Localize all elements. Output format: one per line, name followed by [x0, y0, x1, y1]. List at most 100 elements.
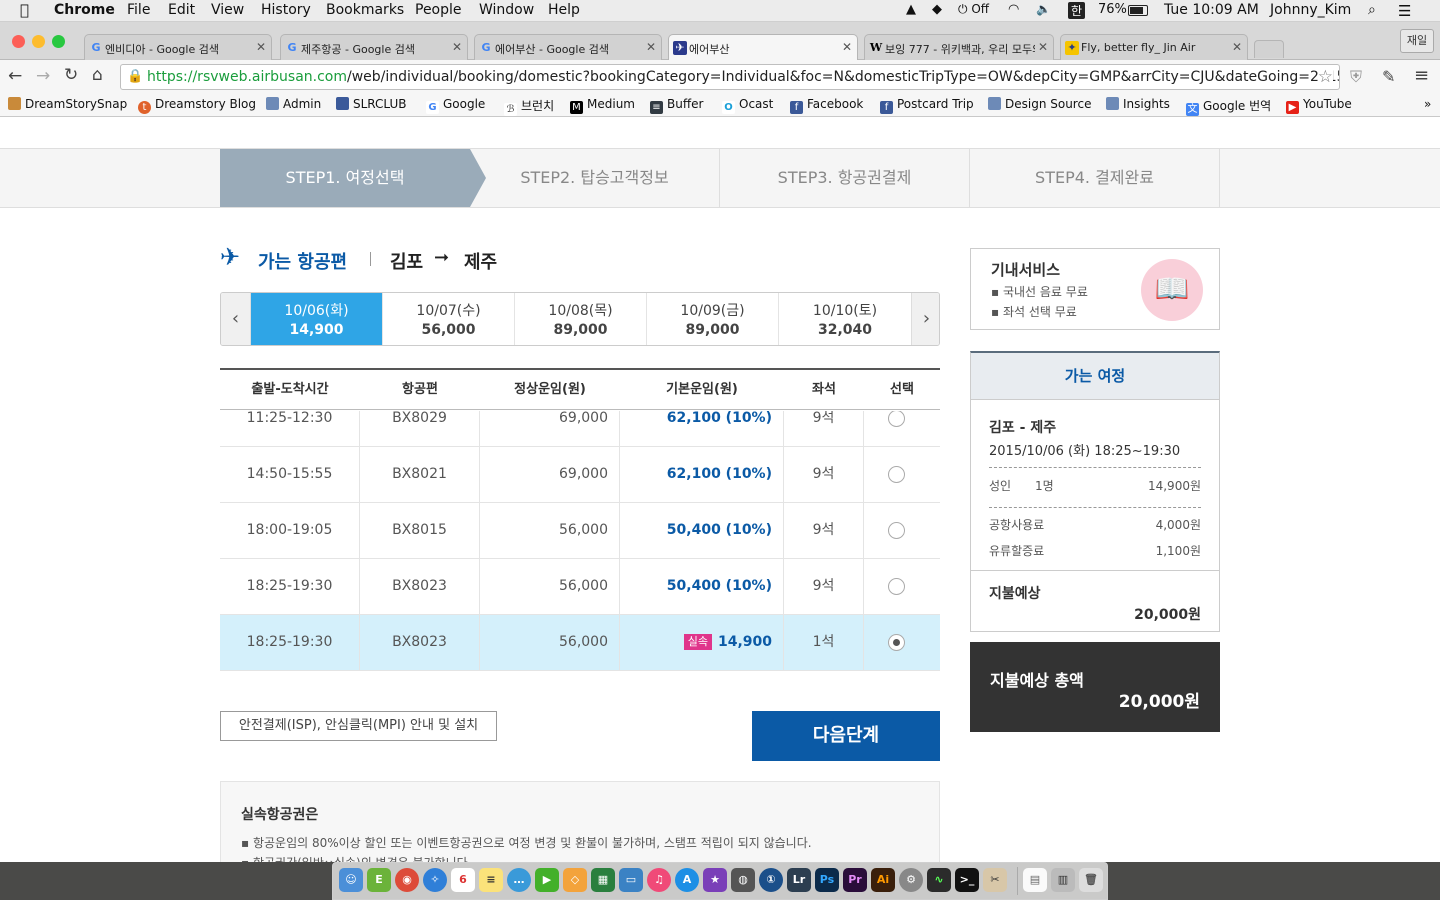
bookmark-folder[interactable]: Admin — [266, 97, 321, 111]
menu-help[interactable]: Help — [548, 2, 580, 18]
new-tab-button[interactable] — [1254, 40, 1284, 58]
bookmark-item[interactable]: ℬ 브런치 — [504, 97, 554, 116]
app-store-icon[interactable]: A — [675, 868, 699, 892]
bookmarks-overflow-icon[interactable]: » — [1424, 97, 1431, 111]
browser-tab[interactable]: G 제주항공 - Google 검색 ✕ — [280, 34, 468, 61]
date-tab[interactable]: 10/07(수) 56,000 — [383, 293, 515, 345]
next-dates-button[interactable]: › — [911, 293, 939, 345]
lightroom-icon[interactable]: Lr — [787, 868, 811, 892]
terminal-icon[interactable]: >_ — [955, 868, 979, 892]
bookmark-item[interactable]: t Dreamstory Blog — [138, 97, 256, 114]
close-window-button[interactable] — [12, 35, 25, 48]
evernote-icon[interactable]: E — [367, 868, 391, 892]
bookmark-folder[interactable]: Design Source — [988, 97, 1091, 111]
home-icon[interactable]: ⌂ — [92, 65, 103, 85]
clock[interactable]: Tue 10:09 AM — [1164, 2, 1259, 18]
battery-icon[interactable] — [1128, 5, 1148, 16]
imovie-icon[interactable]: ★ — [703, 868, 727, 892]
secure-payment-guide-button[interactable]: 안전결제(ISP), 안심클릭(MPI) 안내 및 설치 — [220, 711, 497, 741]
close-tab-icon[interactable]: ✕ — [256, 40, 266, 54]
bookmark-star-icon[interactable]: ☆ — [1317, 67, 1333, 87]
date-tab[interactable]: 10/09(금) 89,000 — [647, 293, 779, 345]
system-preferences-icon[interactable]: ⚙ — [899, 868, 923, 892]
photoshop-icon[interactable]: Ps — [815, 868, 839, 892]
browser-tab[interactable]: G 엔비디아 - Google 검색 ✕ — [84, 34, 272, 61]
trash-icon[interactable]: 🗑 — [1079, 868, 1103, 892]
bookmark-item[interactable]: M Medium — [570, 97, 635, 114]
photo-app-icon[interactable]: ◍ — [731, 868, 755, 892]
script-editor-icon[interactable]: ✂ — [983, 868, 1007, 892]
user-name[interactable]: Johnny_Kim — [1270, 2, 1351, 18]
spotlight-search-icon[interactable]: ⌕ — [1368, 2, 1376, 18]
close-tab-icon[interactable]: ✕ — [1038, 40, 1048, 54]
messages-icon[interactable]: … — [507, 868, 531, 892]
1password-icon[interactable]: ① — [759, 868, 783, 892]
table-row[interactable]: 14:50-15:55 BX8021 69,000 62,100 (10%) 9… — [220, 447, 940, 503]
drive-icon[interactable]: ▲ — [906, 2, 916, 17]
table-row[interactable]: 11:25-12:30 BX8029 69,000 62,100 (10%) 9… — [220, 411, 940, 447]
menu-app-name[interactable]: Chrome — [54, 2, 115, 18]
next-step-button[interactable]: 다음단계 — [752, 711, 940, 761]
downloads-icon[interactable]: ▥ — [1051, 868, 1075, 892]
chrome-menu-icon[interactable]: ≡ — [1414, 65, 1429, 86]
itunes-icon[interactable]: ♫ — [647, 868, 671, 892]
evernote-extension-icon[interactable]: ✎ — [1382, 67, 1395, 86]
shield-extension-icon[interactable]: ⛨ — [1350, 67, 1362, 87]
bookmark-item[interactable]: 文 Google 번역 — [1186, 97, 1271, 116]
sketch-icon[interactable]: ◇ — [563, 868, 587, 892]
bookmark-item[interactable]: O Ocast — [722, 97, 773, 114]
close-tab-icon[interactable]: ✕ — [1232, 40, 1242, 54]
menu-history[interactable]: History — [261, 2, 311, 18]
bookmark-item[interactable]: f Facebook — [790, 97, 863, 114]
flight-radio[interactable] — [888, 578, 905, 595]
wifi-icon[interactable]: ◠ — [1008, 2, 1019, 17]
forward-icon[interactable]: → — [36, 66, 50, 86]
dropbox-icon[interactable]: ◆ — [932, 2, 942, 17]
bookmark-item[interactable]: SLRCLUB — [336, 97, 407, 111]
menu-file[interactable]: File — [127, 2, 150, 18]
date-tab[interactable]: 10/08(목) 89,000 — [515, 293, 647, 345]
flight-radio[interactable] — [888, 466, 905, 483]
premiere-icon[interactable]: Pr — [843, 868, 867, 892]
bookmark-folder[interactable]: Insights — [1106, 97, 1170, 111]
facetime-icon[interactable]: ▶ — [535, 868, 559, 892]
chrome-icon[interactable]: ◉ — [395, 868, 419, 892]
volume-icon[interactable]: 🔈 — [1036, 2, 1051, 16]
browser-tab[interactable]: W 보잉 777 - 위키백과, 우리 모두의 ✕ — [864, 34, 1054, 61]
menu-window[interactable]: Window — [479, 2, 534, 18]
close-tab-icon[interactable]: ✕ — [452, 40, 462, 54]
profile-button[interactable]: 재일 — [1400, 29, 1434, 53]
menu-people[interactable]: People — [415, 2, 462, 18]
numbers-icon[interactable]: ▦ — [591, 868, 615, 892]
date-tab[interactable]: 10/10(토) 32,040 — [779, 293, 911, 345]
menu-edit[interactable]: Edit — [168, 2, 195, 18]
menu-view[interactable]: View — [211, 2, 244, 18]
flight-radio-selected[interactable] — [888, 634, 905, 651]
menu-bookmarks[interactable]: Bookmarks — [326, 2, 404, 18]
back-icon[interactable]: ← — [8, 66, 22, 86]
bookmark-item[interactable]: ▶ YouTube — [1286, 97, 1352, 114]
zoom-window-button[interactable] — [52, 35, 65, 48]
bookmark-item[interactable]: G Google — [426, 97, 485, 114]
table-row[interactable]: 18:25-19:30 BX8023 56,000 50,400 (10%) 9… — [220, 559, 940, 615]
bookmark-item[interactable]: f Postcard Trip — [880, 97, 974, 114]
activity-monitor-icon[interactable]: ∿ — [927, 868, 951, 892]
apple-menu-icon[interactable]:  — [20, 1, 29, 19]
table-row-selected[interactable]: 18:25-19:30 BX8023 56,000 실속 14,900 1석 — [220, 615, 940, 671]
document-icon[interactable]: ▤ — [1023, 868, 1047, 892]
bookmark-item[interactable]: DreamStorySnap — [8, 97, 127, 111]
calendar-icon[interactable]: 6 — [451, 868, 475, 892]
browser-tab[interactable]: ✦ Fly, better fly_ Jin Air ✕ — [1060, 34, 1248, 61]
browser-tab-active[interactable]: ✈ 에어부산 ✕ — [668, 34, 858, 62]
notes-icon[interactable]: ≡ — [479, 868, 503, 892]
bookmark-item[interactable]: ≡ Buffer — [650, 97, 703, 114]
close-tab-icon[interactable]: ✕ — [842, 40, 852, 54]
browser-tab[interactable]: G 에어부산 - Google 검색 ✕ — [474, 34, 662, 61]
address-bar[interactable]: 🔒 https://rsvweb.airbusan.com/web/indivi… — [120, 64, 1340, 90]
vpn-icon[interactable]: ⏻ Off — [958, 2, 989, 17]
flight-radio[interactable] — [888, 411, 905, 427]
notification-center-icon[interactable]: ☰ — [1398, 2, 1411, 20]
minimize-window-button[interactable] — [32, 35, 45, 48]
close-tab-icon[interactable]: ✕ — [646, 40, 656, 54]
keynote-icon[interactable]: ▭ — [619, 868, 643, 892]
